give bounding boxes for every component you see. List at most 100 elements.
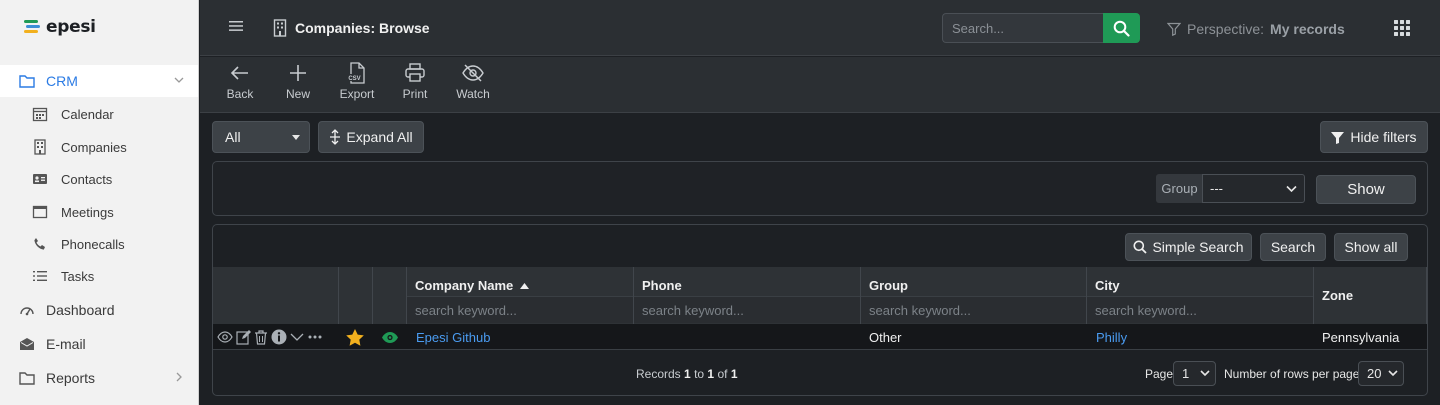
- watched-eye-icon[interactable]: [382, 324, 398, 350]
- show-all-button[interactable]: Show all: [1334, 233, 1408, 261]
- company-name-link[interactable]: Epesi Github: [416, 330, 490, 345]
- favorite-star-icon[interactable]: [346, 324, 364, 350]
- sidebar-item-label: Phonecalls: [61, 236, 125, 252]
- city-filter-input[interactable]: search keyword...: [1087, 296, 1313, 323]
- sidebar-item-crm[interactable]: CRM: [0, 65, 198, 97]
- more-options-icon[interactable]: [307, 334, 323, 340]
- building-icon: [32, 139, 48, 155]
- company-name-cell[interactable]: Epesi Github: [416, 324, 490, 350]
- sidebar-item-label: CRM: [46, 73, 78, 89]
- action-toolbar: Back New CSV Export Print Watch: [200, 57, 1440, 113]
- csv-badge-text: CSV: [348, 76, 360, 82]
- eye-slash-icon: [462, 61, 484, 85]
- company-name-filter-input[interactable]: search keyword...: [407, 296, 633, 323]
- epesi-logo-icon: [24, 20, 40, 34]
- phone-filter-input[interactable]: search keyword...: [634, 296, 860, 323]
- building-icon: [273, 19, 287, 37]
- sidebar-item-label: Tasks: [61, 268, 95, 284]
- folder-icon: [18, 72, 36, 90]
- sidebar-item-reports[interactable]: Reports: [0, 362, 198, 394]
- print-button[interactable]: Print: [390, 61, 440, 105]
- watch-button[interactable]: Watch: [448, 61, 498, 105]
- city-cell[interactable]: Philly: [1096, 324, 1127, 350]
- view-eye-icon[interactable]: [217, 331, 233, 343]
- phone-icon: [32, 236, 48, 252]
- chevron-down-icon: [1388, 370, 1398, 377]
- app-root: epesi CRM Calendar Companies Contacts Me…: [0, 0, 1440, 405]
- global-search: [942, 13, 1140, 43]
- back-button[interactable]: Back: [215, 61, 265, 105]
- new-label: New: [285, 87, 310, 101]
- edit-icon[interactable]: [236, 329, 251, 345]
- simple-search-button[interactable]: Simple Search: [1125, 233, 1252, 261]
- chevron-down-icon: [1286, 185, 1297, 193]
- filter-icon: [1167, 22, 1181, 36]
- csv-file-icon: CSV: [347, 61, 367, 85]
- column-label: Company Name: [415, 278, 514, 293]
- sidebar-item-companies[interactable]: Companies: [0, 132, 198, 162]
- table-row[interactable]: Epesi Github Other Philly Pennsylvania: [213, 324, 1427, 350]
- chevron-down-icon: [173, 74, 185, 86]
- search-icon: [1133, 240, 1148, 254]
- search-button[interactable]: Search: [1260, 233, 1326, 261]
- apps-grid-icon[interactable]: [1394, 20, 1410, 36]
- column-phone[interactable]: Phone search keyword...: [634, 267, 861, 324]
- column-zone[interactable]: Zone: [1314, 267, 1427, 324]
- expand-all-button[interactable]: Expand All: [318, 121, 424, 153]
- search-button[interactable]: [1103, 13, 1140, 43]
- records-summary: Records 1 to 1 of 1: [636, 367, 738, 381]
- show-button[interactable]: Show: [1316, 175, 1416, 204]
- hide-filters-button[interactable]: Hide filters: [1320, 121, 1428, 153]
- group-filter-input[interactable]: search keyword...: [861, 296, 1086, 323]
- sidebar-item-calendar[interactable]: Calendar: [0, 99, 198, 129]
- rows-per-page-label: Number of rows per page: [1224, 367, 1360, 381]
- column-group[interactable]: Group search keyword...: [861, 267, 1087, 324]
- chevron-down-icon[interactable]: [290, 332, 304, 342]
- page-select[interactable]: 1: [1173, 361, 1216, 386]
- sidebar-item-label: E-mail: [46, 336, 86, 352]
- info-icon[interactable]: [271, 329, 287, 345]
- watch-column-header: [373, 267, 407, 324]
- simple-search-label: Simple Search: [1152, 239, 1244, 255]
- group-cell: Other: [869, 329, 902, 345]
- sidebar-item-email[interactable]: E-mail: [0, 328, 198, 360]
- column-label: City: [1095, 278, 1120, 293]
- caret-down-icon: [292, 134, 300, 140]
- filter-icon: [1331, 131, 1345, 144]
- sidebar-item-label: Calendar: [61, 106, 114, 122]
- sidebar-item-dashboard[interactable]: Dashboard: [0, 294, 198, 326]
- chevron-down-icon: [1200, 370, 1210, 377]
- sidebar-item-tasks[interactable]: Tasks: [0, 261, 198, 291]
- expand-all-label: Expand All: [346, 129, 413, 145]
- plus-icon: [289, 61, 307, 85]
- print-label: Print: [402, 87, 428, 101]
- top-bar: Companies: Browse Perspective: My record…: [200, 0, 1440, 56]
- page-select-value: 1: [1182, 366, 1190, 381]
- row-actions: [217, 324, 323, 350]
- sidebar-item-phonecalls[interactable]: Phonecalls: [0, 229, 198, 259]
- city-link[interactable]: Philly: [1096, 330, 1127, 345]
- menu-toggle-icon[interactable]: [229, 20, 243, 32]
- sidebar-item-meetings[interactable]: Meetings: [0, 197, 198, 227]
- folder-icon: [18, 369, 36, 387]
- sidebar-item-label: Reports: [46, 370, 96, 386]
- table-header: Company Name search keyword... Phone sea…: [213, 267, 1427, 324]
- sidebar-item-contacts[interactable]: Contacts: [0, 164, 198, 194]
- group-select[interactable]: ---: [1202, 174, 1305, 203]
- trash-icon[interactable]: [254, 329, 268, 345]
- column-company-name[interactable]: Company Name search keyword...: [407, 267, 634, 324]
- list-icon: [32, 268, 48, 284]
- column-label: Group: [869, 278, 908, 293]
- logo-text: epesi: [46, 17, 96, 37]
- perspective-selector[interactable]: Perspective: My records: [1167, 21, 1345, 37]
- search-input[interactable]: [942, 13, 1103, 43]
- records-filter-select[interactable]: All: [212, 121, 310, 153]
- export-button[interactable]: CSV Export: [332, 61, 382, 105]
- sidebar-item-label: Meetings: [61, 204, 114, 220]
- logo[interactable]: epesi: [24, 17, 96, 37]
- records-from: 1: [684, 367, 691, 381]
- rows-per-page-select[interactable]: 20: [1358, 361, 1404, 386]
- column-city[interactable]: City search keyword...: [1087, 267, 1314, 324]
- actions-column-header: [213, 267, 339, 324]
- new-button[interactable]: New: [273, 61, 323, 105]
